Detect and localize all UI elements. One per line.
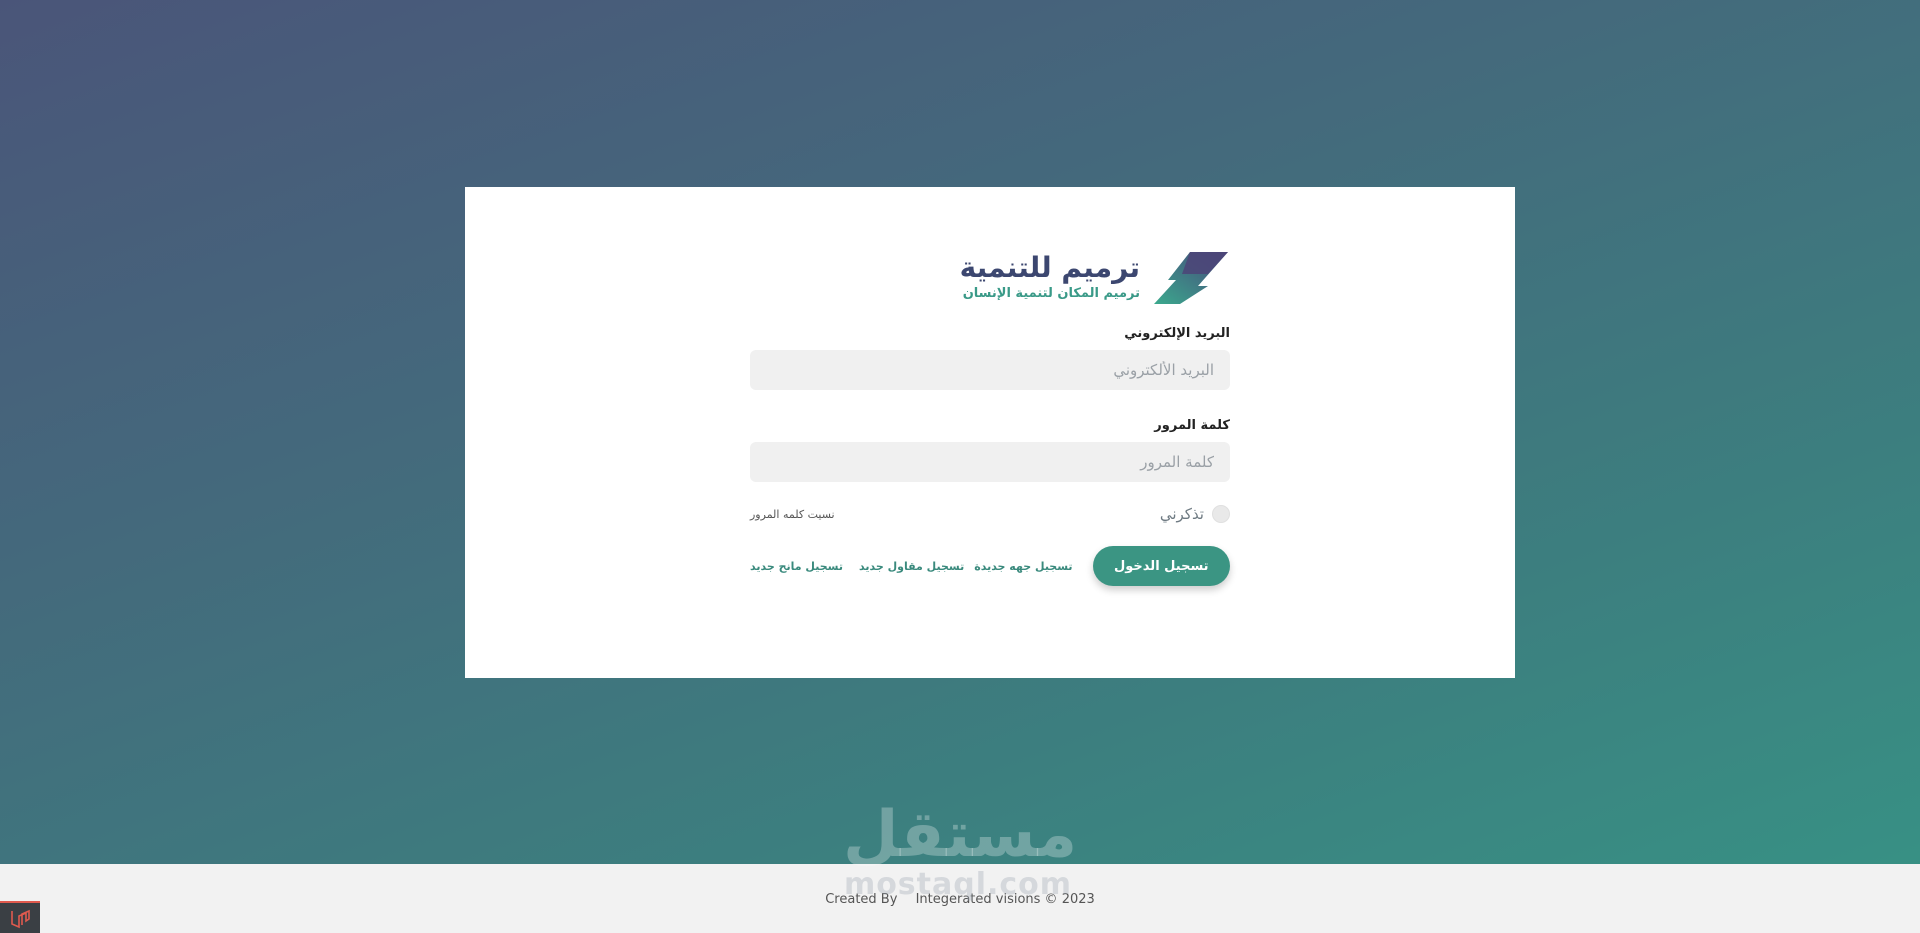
email-label: البريد الإلكتروني [1124,326,1230,341]
remember-row: تذكرني نسيت كلمه المرور [750,502,1230,526]
login-form: ترميم للتنمية ترميم المكان لتنمية الإنسا… [750,242,1230,586]
brand-logo: ترميم للتنمية ترميم المكان لتنمية الإنسا… [750,242,1230,312]
register-contractor-link[interactable]: تسجيل مقاول جديد [859,560,964,573]
login-button[interactable]: تسجيل الدخول [1092,546,1230,586]
footer: Created By Integerated visions © 2023 [0,864,1920,933]
footer-text: Created By Integerated visions © 2023 [0,892,1920,907]
remember-me[interactable]: تذكرني [1160,505,1230,523]
footer-created-by: Created By [825,892,898,907]
register-links: تسجيل جهه جديدة تسجيل مقاول جديد تسجيل م… [750,560,1073,573]
email-field[interactable] [750,350,1230,390]
password-field[interactable] [750,442,1230,482]
brand-title: ترميم للتنمية [959,251,1140,284]
ribbon-logo-icon [1154,252,1228,304]
footer-brand: Integerated visions © 2023 [915,892,1095,907]
brand-text: ترميم للتنمية ترميم المكان لتنمية الإنسا… [960,251,1140,303]
register-donor-link[interactable]: تسجيل مانح جديد [750,560,843,573]
brand-subtitle: ترميم المكان لتنمية الإنسان [962,286,1140,301]
debug-toolbar-toggle[interactable] [0,901,40,933]
remember-label: تذكرني [1159,505,1204,523]
login-card: ترميم للتنمية ترميم المكان لتنمية الإنسا… [465,187,1515,678]
register-organization-link[interactable]: تسجيل جهه جديدة [974,560,1072,573]
watermark-arabic: مستقل [843,798,1078,872]
forgot-password-link[interactable]: نسيت كلمه المرور [750,508,835,521]
remember-radio[interactable] [1212,505,1230,523]
password-label: كلمة المرور [1154,418,1230,433]
actions-row: تسجيل الدخول تسجيل جهه جديدة تسجيل مقاول… [750,546,1230,586]
laravel-icon [11,909,30,929]
